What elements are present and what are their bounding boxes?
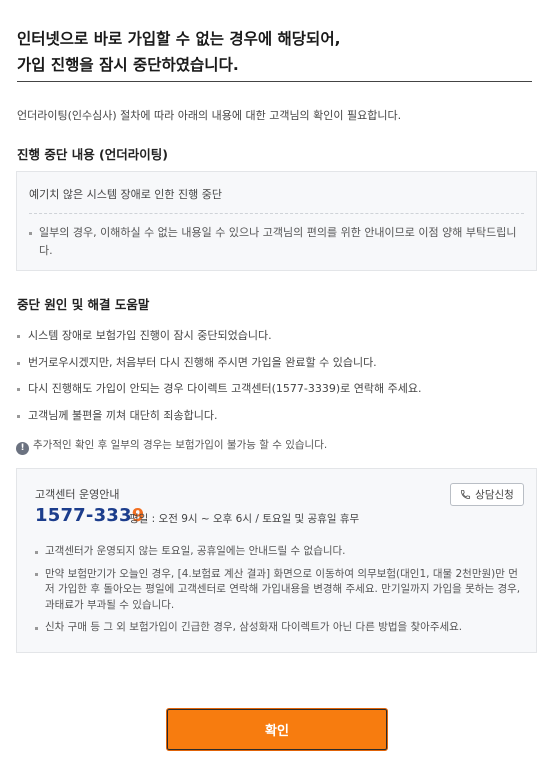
service-hours: 평일 : 오전 9시 ~ 오후 6시 / 토요일 및 공휴일 휴무 bbox=[129, 513, 360, 525]
service-center-label: 고객센터 운영안내 bbox=[35, 488, 120, 501]
service-notes-list: 고객센터가 운영되지 않는 토요일, 공휴일에는 안내드릴 수 없습니다. 만약… bbox=[35, 544, 524, 643]
exclamation-icon: ! bbox=[16, 442, 29, 455]
bullet-icon bbox=[17, 414, 20, 418]
notice-text: 추가적인 확인 후 일부의 경우는 보험가입이 불가능 할 수 있습니다. bbox=[33, 439, 328, 451]
page-title: 인터넷으로 바로 가입할 수 없는 경우에 해당되어, 가입 진행을 잠시 중단… bbox=[17, 26, 532, 78]
phone-icon bbox=[461, 489, 471, 500]
list-item: 고객센터가 운영되지 않는 토요일, 공휴일에는 안내드릴 수 없습니다. bbox=[35, 544, 524, 560]
list-item: 고객님께 불편을 끼쳐 대단히 죄송합니다. bbox=[17, 408, 532, 435]
help-item-text: 고객님께 불편을 끼쳐 대단히 죄송합니다. bbox=[28, 408, 218, 422]
help-item-text: 시스템 장애로 보험가입 진행이 잠시 중단되었습니다. bbox=[28, 329, 272, 342]
intro-text: 언더라이팅(인수심사) 절차에 따라 아래의 내용에 대한 고객님의 확인이 필… bbox=[17, 109, 402, 122]
bullet-icon bbox=[29, 232, 32, 235]
suspension-reason: 예기치 않은 시스템 장애로 인한 진행 중단 bbox=[29, 188, 223, 201]
bullet-icon bbox=[35, 550, 38, 554]
bullet-icon bbox=[17, 361, 20, 365]
list-item: 신차 구매 등 그 외 보험가입이 긴급한 경우, 삼성화재 다이렉트가 아닌 … bbox=[35, 620, 524, 636]
suspension-section-title: 진행 중단 내용 (언더라이팅) bbox=[17, 147, 168, 162]
dashed-divider bbox=[29, 213, 524, 214]
confirm-button[interactable]: 확인 bbox=[166, 708, 388, 751]
bullet-icon bbox=[35, 573, 38, 576]
service-note-text: 만약 보험만기가 오늘인 경우, [4.보험료 계산 결과] 화면으로 이동하여… bbox=[45, 567, 521, 611]
consult-request-button[interactable]: 상담신청 bbox=[450, 483, 524, 506]
help-item-text: 다시 진행해도 가입이 안되는 경우 다이렉트 고객센터(1577-3339)로… bbox=[28, 382, 422, 395]
help-list: 시스템 장애로 보험가입 진행이 잠시 중단되었습니다. 번거로우시겠지만, 처… bbox=[17, 328, 532, 434]
suspension-note: 일부의 경우, 이해하실 수 없는 내용일 수 있으나 고객님의 편의를 위한 … bbox=[39, 226, 517, 257]
service-note-text: 고객센터가 운영되지 않는 토요일, 공휴일에는 안내드릴 수 없습니다. bbox=[45, 545, 346, 557]
suspension-box: 예기치 않은 시스템 장애로 인한 진행 중단 일부의 경우, 이해하실 수 없… bbox=[16, 171, 537, 271]
consult-button-label: 상담신청 bbox=[475, 489, 514, 501]
phone-main: 1577-333 bbox=[35, 505, 132, 526]
bullet-icon bbox=[35, 626, 38, 630]
title-divider bbox=[17, 81, 532, 82]
service-note-text: 신차 구매 등 그 외 보험가입이 긴급한 경우, 삼성화재 다이렉트가 아닌 … bbox=[45, 621, 463, 633]
suspension-note-item: 일부의 경우, 이해하실 수 없는 내용일 수 있으나 고객님의 편의를 위한 … bbox=[29, 224, 524, 260]
list-item: 다시 진행해도 가입이 안되는 경우 다이렉트 고객센터(1577-3339)로… bbox=[17, 381, 532, 408]
help-item-text: 번거로우시겠지만, 처음부터 다시 진행해 주시면 가입을 완료할 수 있습니다… bbox=[28, 355, 377, 369]
list-item: 만약 보험만기가 오늘인 경우, [4.보험료 계산 결과] 화면으로 이동하여… bbox=[35, 567, 524, 614]
list-item: 시스템 장애로 보험가입 진행이 잠시 중단되었습니다. bbox=[17, 328, 532, 355]
bullet-icon bbox=[17, 335, 20, 338]
bullet-icon bbox=[17, 388, 20, 391]
notice: ! 추가적인 확인 후 일부의 경우는 보험가입이 불가능 할 수 있습니다. bbox=[16, 437, 327, 455]
title-line-1: 인터넷으로 바로 가입할 수 없는 경우에 해당되어, bbox=[17, 30, 341, 48]
list-item: 번거로우시겠지만, 처음부터 다시 진행해 주시면 가입을 완료할 수 있습니다… bbox=[17, 355, 532, 382]
service-center-box: 고객센터 운영안내 1577-3339 평일 : 오전 9시 ~ 오후 6시 /… bbox=[16, 468, 537, 653]
help-section-title: 중단 원인 및 해결 도움말 bbox=[17, 297, 150, 312]
title-line-2: 가입 진행을 잠시 중단하였습니다. bbox=[17, 56, 239, 74]
